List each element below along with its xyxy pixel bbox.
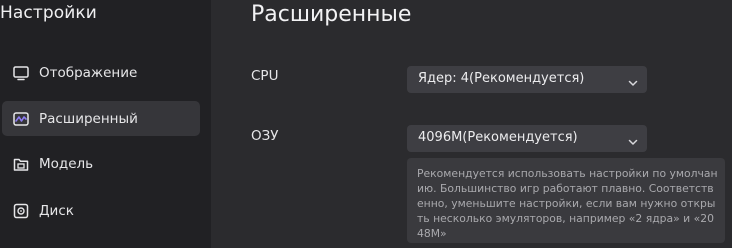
page-title: Расширенные xyxy=(251,2,412,27)
monitor-icon xyxy=(12,64,30,82)
sidebar-item-label: Модель xyxy=(39,155,94,172)
sidebar-title: Настройки xyxy=(0,3,97,23)
sidebar-item-label: Расширенный xyxy=(39,110,138,127)
cpu-select-value: Ядер: 4(Рекомендуется) xyxy=(418,71,585,86)
sidebar-item-display[interactable]: Отображение xyxy=(2,55,200,90)
sidebar-item-label: Отображение xyxy=(39,64,138,81)
sidebar-item-advanced[interactable]: Расширенный xyxy=(2,101,200,136)
ram-select[interactable]: 4096M(Рекомендуется) xyxy=(407,125,647,152)
activity-icon xyxy=(12,110,30,128)
ram-hint-text: Рекомендуется использовать настройки по … xyxy=(417,167,718,240)
ram-select-value: 4096M(Рекомендуется) xyxy=(418,130,578,145)
sidebar-item-label: Диск xyxy=(39,202,74,219)
sidebar: Настройки Отображение Расширенный Модель xyxy=(0,0,211,248)
ram-label: ОЗУ xyxy=(251,128,279,144)
sidebar-item-model[interactable]: Модель xyxy=(2,146,200,181)
ram-hint-box: Рекомендуется использовать настройки по … xyxy=(407,158,725,243)
folder-icon xyxy=(12,155,30,173)
cpu-label: CPU xyxy=(251,68,279,84)
chevron-down-icon xyxy=(627,74,639,86)
chevron-down-icon xyxy=(627,133,639,145)
sidebar-item-disk[interactable]: Диск xyxy=(2,193,200,228)
disk-icon xyxy=(12,202,30,220)
cpu-select[interactable]: Ядер: 4(Рекомендуется) xyxy=(407,66,647,93)
